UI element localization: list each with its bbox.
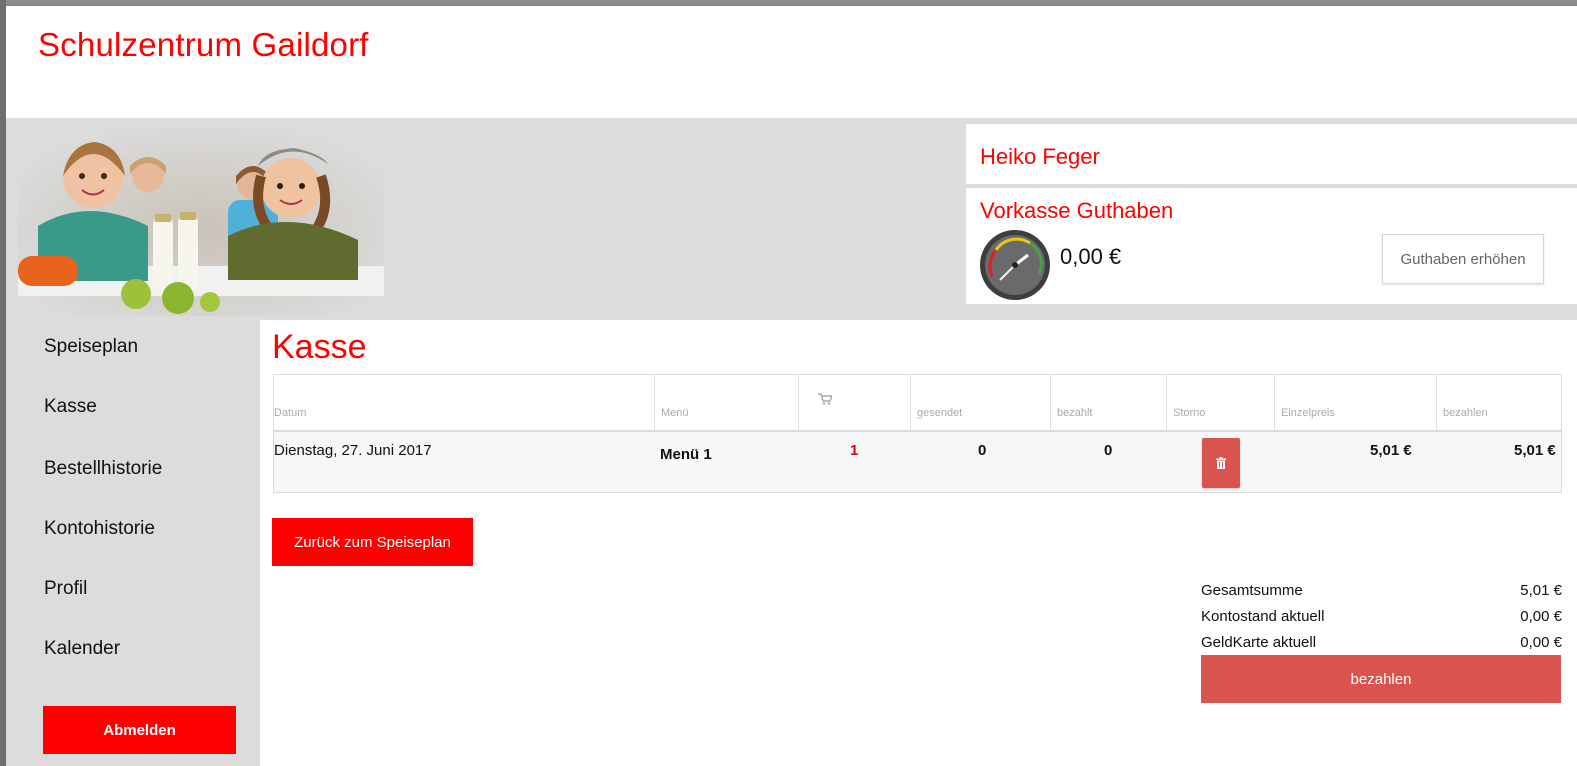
- summary-total-label: Gesamtsumme: [1201, 582, 1303, 599]
- sidebar-item-speiseplan[interactable]: Speiseplan: [44, 336, 138, 358]
- column-divider: [654, 375, 655, 430]
- sidebar-item-kontohistorie[interactable]: Kontohistorie: [44, 518, 155, 540]
- credit-panel: Vorkasse Guthaben 0,00 € Guthaben erhöhe…: [966, 188, 1577, 304]
- header-banner: Heiko Feger Vorkasse Guthaben 0,00 € Gut…: [6, 118, 1577, 320]
- column-divider: [1050, 375, 1051, 430]
- table-header-row: Datum Menü gesendet bezahlt Storno Einze…: [274, 375, 1561, 430]
- credit-title: Vorkasse Guthaben: [980, 198, 1174, 223]
- column-header-menu: Menü: [661, 407, 689, 419]
- user-panel: Heiko Feger: [966, 124, 1577, 184]
- sidebar-item-bestellhistorie[interactable]: Bestellhistorie: [44, 458, 162, 480]
- user-name: Heiko Feger: [980, 144, 1100, 169]
- column-header-bezahlt: bezahlt: [1057, 407, 1093, 419]
- credit-value: 0,00 €: [1060, 244, 1122, 269]
- sidebar-item-kasse[interactable]: Kasse: [44, 396, 97, 418]
- site-title: Schulzentrum Gaildorf: [38, 26, 369, 63]
- column-divider: [1274, 375, 1275, 430]
- cart-table: Datum Menü gesendet bezahlt Storno Einze…: [273, 374, 1562, 493]
- sidebar-item-kalender[interactable]: Kalender: [44, 638, 120, 660]
- cell-gesendet: 0: [978, 442, 987, 459]
- window-top-border: [0, 0, 1577, 6]
- sidebar: Speiseplan Kasse Bestellhistorie Kontohi…: [6, 320, 260, 766]
- sidebar-item-profil[interactable]: Profil: [44, 578, 87, 600]
- children-photo: [18, 126, 384, 316]
- back-to-menu-button[interactable]: Zurück zum Speiseplan: [272, 518, 473, 566]
- storno-button[interactable]: [1202, 438, 1240, 488]
- cell-menu: Menü 1: [660, 446, 712, 463]
- gauge-icon: [980, 230, 1050, 300]
- cell-bezahlen: 5,01 €: [1514, 442, 1556, 459]
- logout-button[interactable]: Abmelden: [43, 706, 236, 754]
- column-divider: [910, 375, 911, 430]
- column-header-storno: Storno: [1173, 407, 1206, 419]
- cell-einzelpreis: 5,01 €: [1370, 442, 1412, 459]
- trash-icon: [1216, 457, 1226, 469]
- column-divider: [1436, 375, 1437, 430]
- summary-account-value: 0,00 €: [1520, 608, 1562, 625]
- cell-bezahlt: 0: [1104, 442, 1113, 459]
- summary-moneycard-value: 0,00 €: [1520, 634, 1562, 651]
- table-row: Dienstag, 27. Juni 2017 Menü 1 1 0 0 5,0…: [274, 432, 1561, 492]
- column-divider: [798, 375, 799, 430]
- summary-moneycard-label: GeldKarte aktuell: [1201, 634, 1317, 651]
- summary-account-label: Kontostand aktuell: [1201, 608, 1325, 625]
- column-header-datum: Datum: [274, 407, 307, 419]
- column-header-bezahlen: bezahlen: [1443, 407, 1488, 419]
- pay-button[interactable]: bezahlen: [1201, 655, 1561, 703]
- column-header-gesendet: gesendet: [917, 407, 963, 419]
- column-header-einzelpreis: Einzelpreis: [1281, 407, 1335, 419]
- page-title: Kasse: [272, 328, 367, 366]
- cell-quantity: 1: [850, 442, 859, 459]
- increase-credit-button[interactable]: Guthaben erhöhen: [1382, 234, 1544, 284]
- cell-datum: Dienstag, 27. Juni 2017: [274, 442, 432, 459]
- column-divider: [1166, 375, 1167, 430]
- cart-icon: [818, 393, 832, 405]
- summary-total-value: 5,01 €: [1520, 582, 1562, 599]
